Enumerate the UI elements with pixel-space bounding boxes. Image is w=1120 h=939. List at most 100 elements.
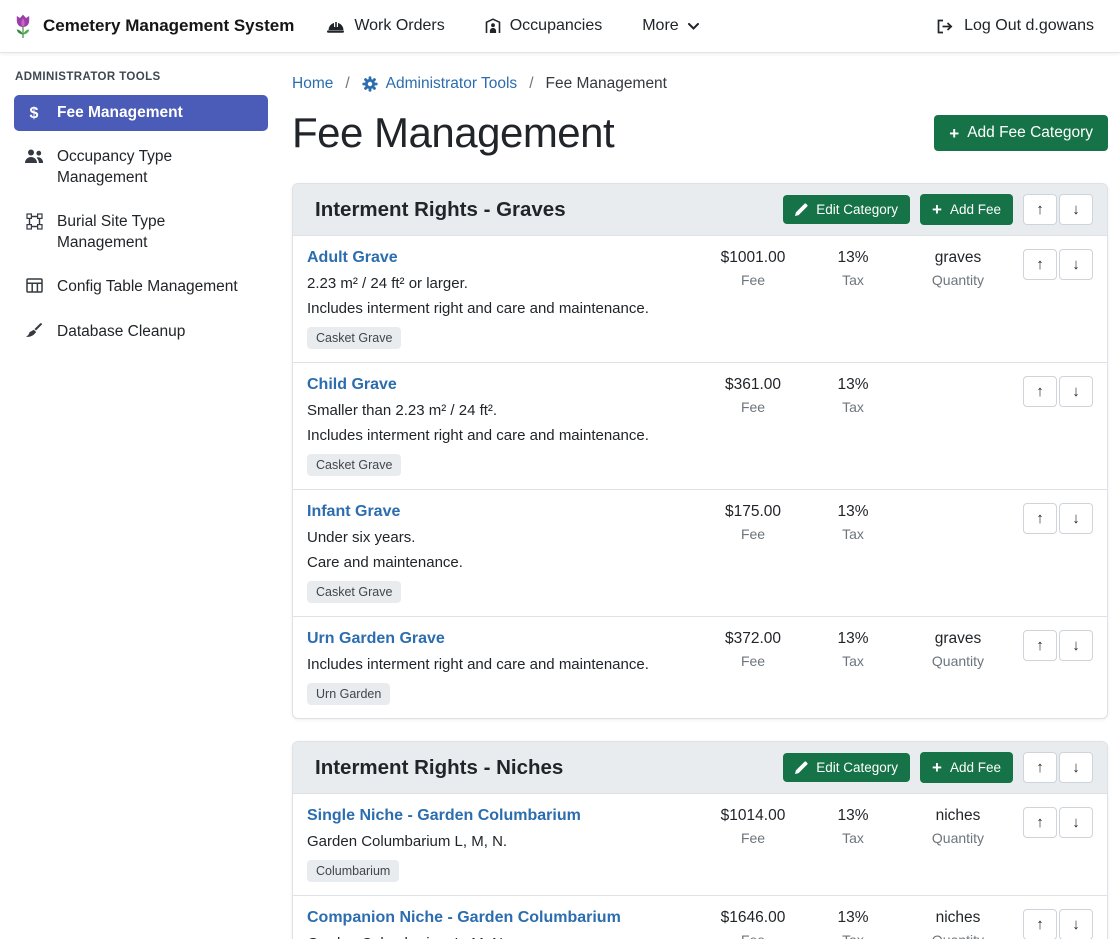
fee-reorder-controls: ↑ ↓ xyxy=(1023,503,1093,534)
fee-tax-value: 13% xyxy=(803,376,903,394)
move-fee-up-button[interactable]: ↑ xyxy=(1023,630,1057,661)
tulip-logo-icon xyxy=(12,13,34,39)
fee-tag-chip: Urn Garden xyxy=(307,683,390,705)
arrow-down-icon: ↓ xyxy=(1072,916,1080,933)
move-category-up-button[interactable]: ↑ xyxy=(1023,194,1057,225)
fee-amount-label: Fee xyxy=(703,272,803,288)
fee-category-header: Interment Rights - Niches Edit Category … xyxy=(293,742,1107,794)
sidebar-item-occupancy-type-management[interactable]: Occupancy Type Management xyxy=(14,139,268,196)
brand-link[interactable]: Cemetery Management System xyxy=(12,13,294,39)
fee-info: Single Niche - Garden Columbarium Garden… xyxy=(307,807,703,882)
category-reorder-controls: ↑ ↓ xyxy=(1023,194,1093,225)
fee-name-link[interactable]: Companion Niche - Garden Columbarium xyxy=(307,909,621,926)
fee-info: Adult Grave 2.23 m² / 24 ft² or larger. … xyxy=(307,249,703,349)
move-fee-down-button[interactable]: ↓ xyxy=(1059,630,1093,661)
move-fee-up-button[interactable]: ↑ xyxy=(1023,807,1057,838)
app-window: Cemetery Management System Work Orders xyxy=(0,0,1120,939)
add-fee-label: Add Fee xyxy=(950,202,1001,217)
vector-square-icon xyxy=(24,213,44,230)
move-fee-up-button[interactable]: ↑ xyxy=(1023,376,1057,407)
fee-amount-value: $361.00 xyxy=(703,376,803,394)
arrow-up-icon: ↑ xyxy=(1036,814,1044,831)
move-fee-up-button[interactable]: ↑ xyxy=(1023,503,1057,534)
fee-quantity-value: niches xyxy=(903,807,1013,825)
add-fee-button[interactable]: + Add Fee xyxy=(920,752,1013,783)
gear-icon xyxy=(362,76,378,92)
fee-name-link[interactable]: Adult Grave xyxy=(307,249,398,266)
occupancy-icon xyxy=(485,18,501,34)
fee-tag-chip: Casket Grave xyxy=(307,327,401,349)
fee-reorder-controls: ↑ ↓ xyxy=(1023,630,1093,661)
move-fee-down-button[interactable]: ↓ xyxy=(1059,376,1093,407)
fee-description: Garden Columbarium L, M, N. xyxy=(307,833,703,850)
move-category-down-button[interactable]: ↓ xyxy=(1059,752,1093,783)
move-category-up-button[interactable]: ↑ xyxy=(1023,752,1057,783)
breadcrumb-home-link[interactable]: Home xyxy=(292,75,333,93)
arrow-down-icon: ↓ xyxy=(1072,383,1080,400)
fee-row: Companion Niche - Garden Columbarium Gar… xyxy=(293,896,1107,939)
fee-rows: Adult Grave 2.23 m² / 24 ft² or larger. … xyxy=(293,236,1107,718)
fee-rows: Single Niche - Garden Columbarium Garden… xyxy=(293,794,1107,939)
fee-row: Urn Garden Grave Includes interment righ… xyxy=(293,617,1107,718)
nav-item-more[interactable]: More xyxy=(642,17,698,35)
nav-label: Occupancies xyxy=(510,17,603,35)
move-fee-down-button[interactable]: ↓ xyxy=(1059,503,1093,534)
move-fee-down-button[interactable]: ↓ xyxy=(1059,909,1093,939)
fee-description: 2.23 m² / 24 ft² or larger. xyxy=(307,275,703,292)
move-category-down-button[interactable]: ↓ xyxy=(1059,194,1093,225)
arrow-up-icon: ↑ xyxy=(1036,201,1044,218)
fee-amount-value: $175.00 xyxy=(703,503,803,521)
fee-name-link[interactable]: Child Grave xyxy=(307,376,397,393)
fee-tax-value: 13% xyxy=(803,630,903,648)
sidebar-item-label: Database Cleanup xyxy=(57,322,185,342)
fee-amount-cell: $361.00 Fee xyxy=(703,376,803,415)
edit-category-label: Edit Category xyxy=(816,760,898,775)
fee-tax-label: Tax xyxy=(803,653,903,669)
breadcrumb-admin-tools-link[interactable]: Administrator Tools xyxy=(362,75,518,93)
fee-category-card: Interment Rights - Graves Edit Category … xyxy=(292,183,1108,719)
arrow-up-icon: ↑ xyxy=(1036,916,1044,933)
sidebar-item-label: Burial Site Type Management xyxy=(57,212,258,253)
nav-item-occupancies[interactable]: Occupancies xyxy=(485,17,603,35)
sidebar-item-label: Config Table Management xyxy=(57,277,238,297)
breadcrumb-separator: / xyxy=(529,75,533,93)
fee-name-link[interactable]: Urn Garden Grave xyxy=(307,630,445,647)
category-actions: Edit Category + Add Fee ↑ ↓ xyxy=(783,194,1093,225)
main-content: Home / Administrator Tools xyxy=(280,53,1120,939)
fee-amount-cell: $1014.00 Fee xyxy=(703,807,803,846)
move-fee-up-button[interactable]: ↑ xyxy=(1023,249,1057,280)
edit-category-button[interactable]: Edit Category xyxy=(783,195,910,224)
fee-tax-label: Tax xyxy=(803,830,903,846)
move-fee-down-button[interactable]: ↓ xyxy=(1059,249,1093,280)
edit-category-label: Edit Category xyxy=(816,202,898,217)
add-fee-button[interactable]: + Add Fee xyxy=(920,194,1013,225)
fee-category-title: Interment Rights - Graves xyxy=(315,198,566,222)
plus-icon: + xyxy=(949,125,959,142)
fee-tax-value: 13% xyxy=(803,807,903,825)
sidebar-heading: Administrator Tools xyxy=(15,71,268,83)
fee-name-link[interactable]: Single Niche - Garden Columbarium xyxy=(307,807,581,824)
pencil-icon xyxy=(795,203,808,216)
fee-info: Companion Niche - Garden Columbarium Gar… xyxy=(307,909,703,939)
add-fee-category-button[interactable]: + Add Fee Category xyxy=(934,115,1108,151)
fee-row: Child Grave Smaller than 2.23 m² / 24 ft… xyxy=(293,363,1107,490)
fee-tax-cell: 13% Tax xyxy=(803,630,903,669)
sidebar-item-database-cleanup[interactable]: Database Cleanup xyxy=(14,314,268,350)
nav-label: Work Orders xyxy=(354,17,444,35)
edit-category-button[interactable]: Edit Category xyxy=(783,753,910,782)
move-fee-up-button[interactable]: ↑ xyxy=(1023,909,1057,939)
arrow-up-icon: ↑ xyxy=(1036,759,1044,776)
fee-amount-label: Fee xyxy=(703,526,803,542)
logout-link[interactable]: Log Out d.gowans xyxy=(936,17,1094,35)
breadcrumb-separator: / xyxy=(345,75,349,93)
sidebar-item-burial-site-type-management[interactable]: Burial Site Type Management xyxy=(14,204,268,261)
logout-icon xyxy=(936,19,954,34)
nav-item-work-orders[interactable]: Work Orders xyxy=(326,17,444,35)
sidebar-item-fee-management[interactable]: $ Fee Management xyxy=(14,95,268,131)
fee-quantity-value: graves xyxy=(903,249,1013,267)
sidebar-item-config-table-management[interactable]: Config Table Management xyxy=(14,269,268,305)
plus-icon: + xyxy=(932,759,942,776)
fee-name-link[interactable]: Infant Grave xyxy=(307,503,400,520)
arrow-down-icon: ↓ xyxy=(1072,256,1080,273)
move-fee-down-button[interactable]: ↓ xyxy=(1059,807,1093,838)
